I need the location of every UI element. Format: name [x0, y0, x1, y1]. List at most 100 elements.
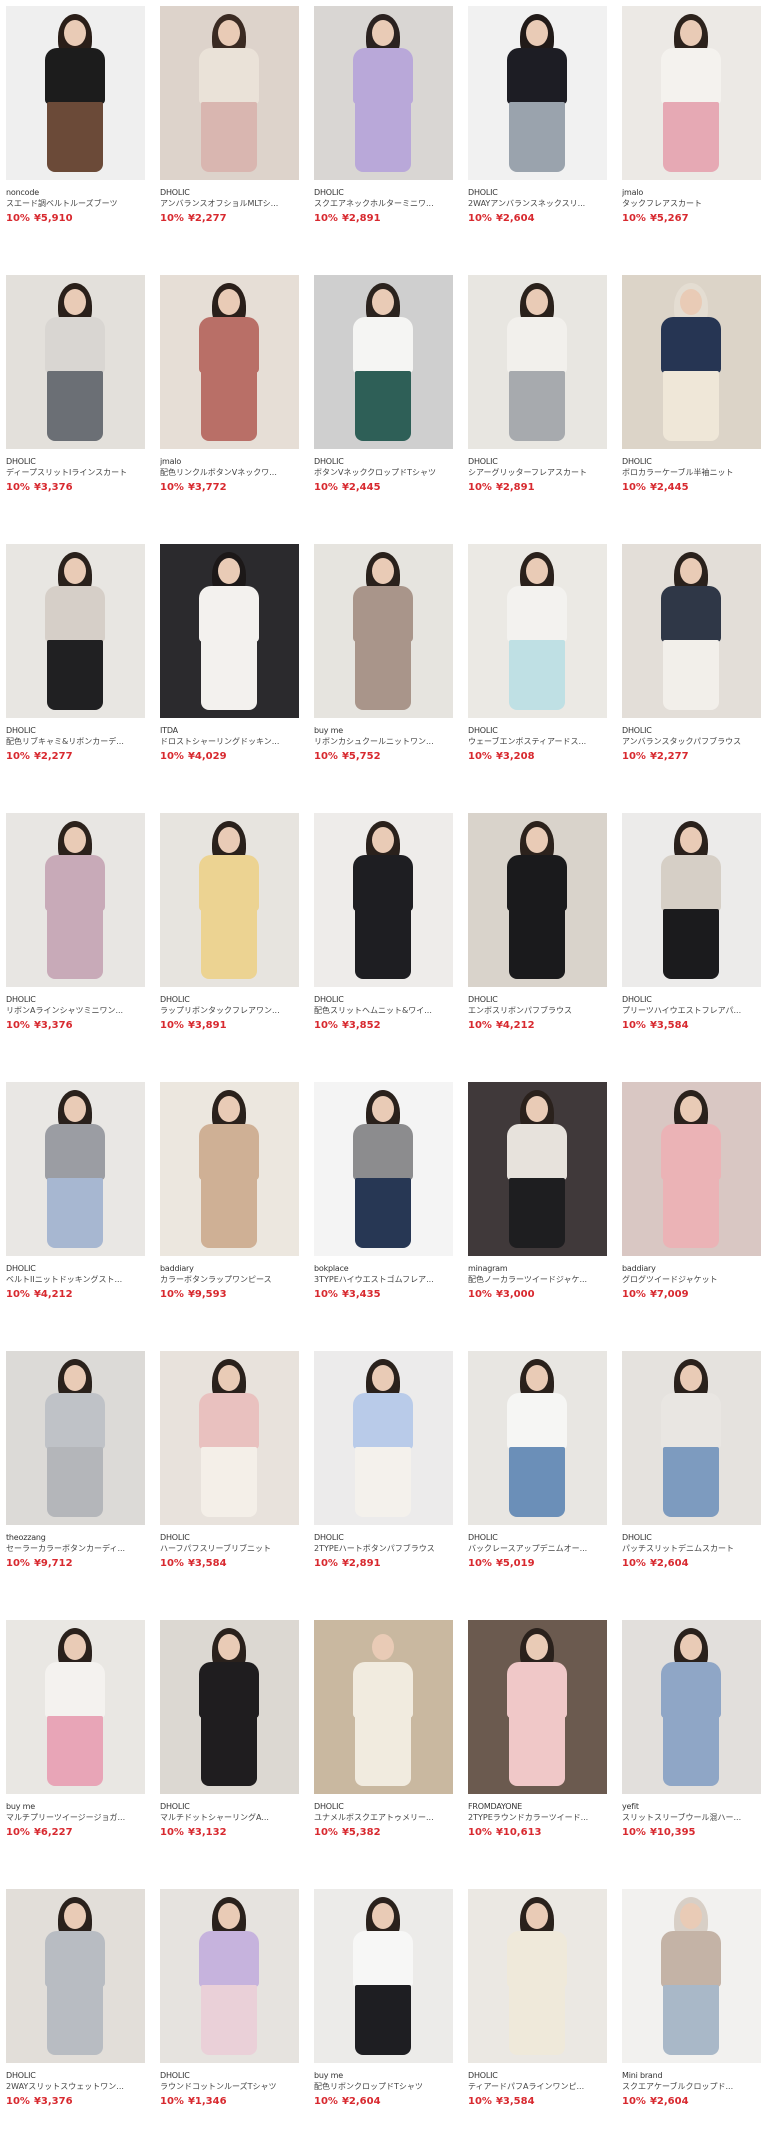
- product-name[interactable]: ユナメルボスクエアトゥメリー...: [314, 1812, 453, 1824]
- product-brand[interactable]: DHOLIC: [6, 994, 145, 1005]
- product-image[interactable]: [6, 1351, 145, 1525]
- product-image[interactable]: [314, 544, 453, 718]
- product-name[interactable]: アンバランスオフショルMLTシ...: [160, 198, 299, 210]
- product-image[interactable]: [314, 1620, 453, 1794]
- product-name[interactable]: パッチスリットデニムスカート: [622, 1543, 761, 1555]
- product-name[interactable]: ディープスリットIラインスカート: [6, 467, 145, 479]
- product-name[interactable]: スエード調ベルトルーズブーツ: [6, 198, 145, 210]
- product-name[interactable]: 配色ノーカラーツイードジャケ...: [468, 1274, 607, 1286]
- product-brand[interactable]: DHOLIC: [160, 187, 299, 198]
- product-image[interactable]: [6, 544, 145, 718]
- product-brand[interactable]: baddiary: [622, 1263, 761, 1274]
- product-name[interactable]: ハーフパフスリーブリブニット: [160, 1543, 299, 1555]
- product-card[interactable]: theozzang セーラーカラーボタンカーディ... 10% ¥9,712: [6, 1345, 145, 1614]
- product-image[interactable]: [468, 1351, 607, 1525]
- product-image[interactable]: [160, 275, 299, 449]
- product-image[interactable]: [468, 1082, 607, 1256]
- product-image[interactable]: [160, 544, 299, 718]
- product-card[interactable]: yefit スリットスリーブウール混ハー... 10% ¥10,395: [622, 1614, 761, 1883]
- product-card[interactable]: DHOLIC マルチドットシャーリングA... 10% ¥3,132: [160, 1614, 299, 1883]
- product-image[interactable]: [6, 6, 145, 180]
- product-brand[interactable]: DHOLIC: [160, 2070, 299, 2081]
- product-brand[interactable]: DHOLIC: [314, 1801, 453, 1812]
- product-brand[interactable]: DHOLIC: [160, 1801, 299, 1812]
- product-card[interactable]: DHOLIC 配色リブキャミ&リボンカーデ... 10% ¥2,277: [6, 538, 145, 807]
- product-card[interactable]: buy me リボンカシュクールニットワン... 10% ¥5,752: [314, 538, 453, 807]
- product-image[interactable]: [468, 544, 607, 718]
- product-name[interactable]: 2TYPEハートボタンパフブラウス: [314, 1543, 453, 1555]
- product-card[interactable]: DHOLIC ハーフパフスリーブリブニット 10% ¥3,584: [160, 1345, 299, 1614]
- product-name[interactable]: ラウンドコットンルーズTシャツ: [160, 2081, 299, 2093]
- product-brand[interactable]: DHOLIC: [468, 2070, 607, 2081]
- product-image[interactable]: [622, 6, 761, 180]
- product-brand[interactable]: DHOLIC: [468, 994, 607, 1005]
- product-image[interactable]: [622, 275, 761, 449]
- product-image[interactable]: [314, 6, 453, 180]
- product-image[interactable]: [622, 813, 761, 987]
- product-image[interactable]: [622, 1082, 761, 1256]
- product-image[interactable]: [6, 1889, 145, 2063]
- product-image[interactable]: [6, 275, 145, 449]
- product-name[interactable]: カラーボタンラップワンピース: [160, 1274, 299, 1286]
- product-card[interactable]: DHOLIC ラップリボンタックフレアワン... 10% ¥3,891: [160, 807, 299, 1076]
- product-name[interactable]: スリットスリーブウール混ハー...: [622, 1812, 761, 1824]
- product-card[interactable]: DHOLIC バックレースアップデニムオー... 10% ¥5,019: [468, 1345, 607, 1614]
- product-card[interactable]: DHOLIC アンバランスオフショルMLTシ... 10% ¥2,277: [160, 0, 299, 269]
- product-brand[interactable]: Mini brand: [622, 2070, 761, 2081]
- product-card[interactable]: bokplace 3TYPEハイウエストゴムフレア... 10% ¥3,435: [314, 1076, 453, 1345]
- product-name[interactable]: ボタンVネッククロップドTシャツ: [314, 467, 453, 479]
- product-name[interactable]: 配色リンクルボタンVネックワ...: [160, 467, 299, 479]
- product-brand[interactable]: noncode: [6, 187, 145, 198]
- product-card[interactable]: DHOLIC ディープスリットIラインスカート 10% ¥3,376: [6, 269, 145, 538]
- product-brand[interactable]: buy me: [6, 1801, 145, 1812]
- product-image[interactable]: [160, 813, 299, 987]
- product-brand[interactable]: DHOLIC: [6, 725, 145, 736]
- product-card[interactable]: ITDA ドロストシャーリングドッキン... 10% ¥4,029: [160, 538, 299, 807]
- product-brand[interactable]: DHOLIC: [622, 456, 761, 467]
- product-image[interactable]: [468, 1889, 607, 2063]
- product-brand[interactable]: jmalo: [160, 456, 299, 467]
- product-name[interactable]: ラップリボンタックフレアワン...: [160, 1005, 299, 1017]
- product-brand[interactable]: DHOLIC: [622, 1532, 761, 1543]
- product-image[interactable]: [622, 1351, 761, 1525]
- product-brand[interactable]: bokplace: [314, 1263, 453, 1274]
- product-image[interactable]: [622, 1889, 761, 2063]
- product-image[interactable]: [314, 1351, 453, 1525]
- product-name[interactable]: 3TYPEハイウエストゴムフレア...: [314, 1274, 453, 1286]
- product-card[interactable]: baddiary グログツイードジャケット 10% ¥7,009: [622, 1076, 761, 1345]
- product-name[interactable]: 配色スリットヘムニット&ワイ...: [314, 1005, 453, 1017]
- product-brand[interactable]: DHOLIC: [468, 1532, 607, 1543]
- product-image[interactable]: [314, 1082, 453, 1256]
- product-image[interactable]: [314, 813, 453, 987]
- product-brand[interactable]: DHOLIC: [314, 187, 453, 198]
- product-card[interactable]: buy me マルチプリーツイージージョガ... 10% ¥6,227: [6, 1614, 145, 1883]
- product-brand[interactable]: baddiary: [160, 1263, 299, 1274]
- product-card[interactable]: DHOLIC 2TYPEハートボタンパフブラウス 10% ¥2,891: [314, 1345, 453, 1614]
- product-name[interactable]: 2WAYアンバランスネックスリ...: [468, 198, 607, 210]
- product-name[interactable]: 2WAYスリットスウェットワン...: [6, 2081, 145, 2093]
- product-name[interactable]: ドロストシャーリングドッキン...: [160, 736, 299, 748]
- product-name[interactable]: アンバランスタックパフブラウス: [622, 736, 761, 748]
- product-brand[interactable]: yefit: [622, 1801, 761, 1812]
- product-name[interactable]: 2TYPEラウンドカラーツイード...: [468, 1812, 607, 1824]
- product-card[interactable]: DHOLIC ウェーブエンボスティアードス... 10% ¥3,208: [468, 538, 607, 807]
- product-name[interactable]: エンボスリボンパフブラウス: [468, 1005, 607, 1017]
- product-card[interactable]: Mini brand スクエアケーブルクロップド... 10% ¥2,604: [622, 1883, 761, 2152]
- product-card[interactable]: DHOLIC ラウンドコットンルーズTシャツ 10% ¥1,346: [160, 1883, 299, 2152]
- product-name[interactable]: リボンカシュクールニットワン...: [314, 736, 453, 748]
- product-card[interactable]: DHOLIC ユナメルボスクエアトゥメリー... 10% ¥5,382: [314, 1614, 453, 1883]
- product-brand[interactable]: ITDA: [160, 725, 299, 736]
- product-image[interactable]: [160, 1351, 299, 1525]
- product-name[interactable]: シアーグリッターフレアスカート: [468, 467, 607, 479]
- product-brand[interactable]: theozzang: [6, 1532, 145, 1543]
- product-name[interactable]: バックレースアップデニムオー...: [468, 1543, 607, 1555]
- product-name[interactable]: ティアードパフAラインワンピ...: [468, 2081, 607, 2093]
- product-card[interactable]: noncode スエード調ベルトルーズブーツ 10% ¥5,910: [6, 0, 145, 269]
- product-name[interactable]: タックフレアスカート: [622, 198, 761, 210]
- product-image[interactable]: [160, 1082, 299, 1256]
- product-image[interactable]: [468, 6, 607, 180]
- product-name[interactable]: 配色リブキャミ&リボンカーデ...: [6, 736, 145, 748]
- product-image[interactable]: [468, 813, 607, 987]
- product-brand[interactable]: buy me: [314, 2070, 453, 2081]
- product-brand[interactable]: DHOLIC: [6, 2070, 145, 2081]
